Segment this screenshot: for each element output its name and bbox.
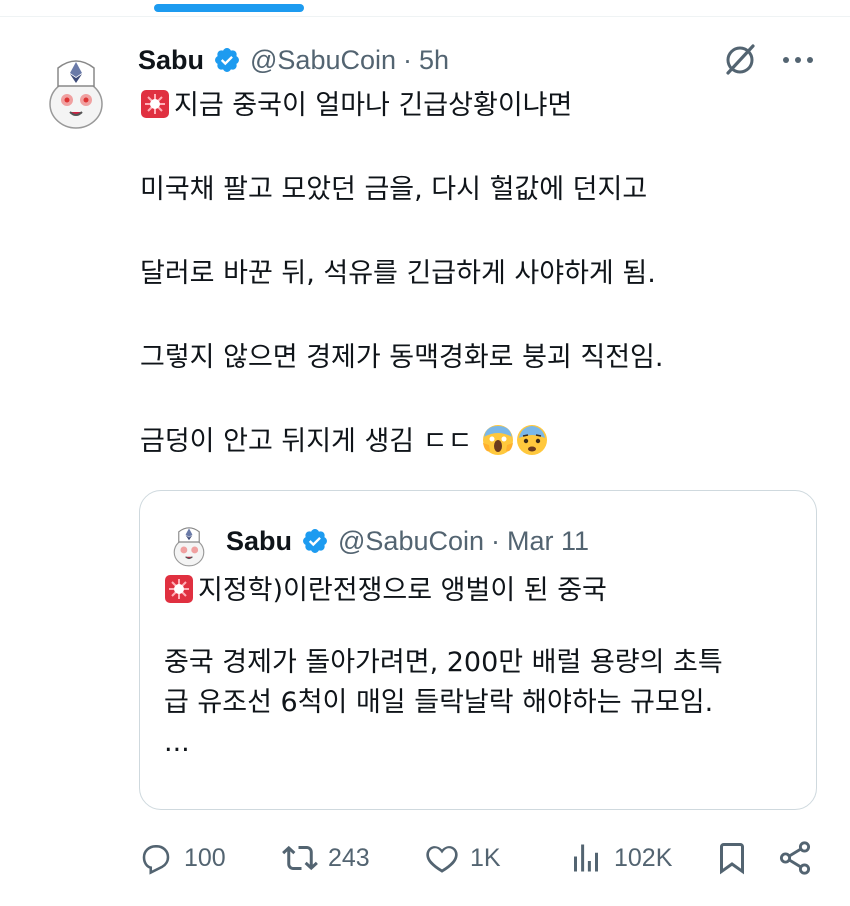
siren-emoji (164, 574, 194, 604)
quoted-line-3: 급 유조선 6척이 매일 들락날락 해야하는 규모임. (164, 687, 714, 718)
separator: · (491, 525, 501, 556)
author-handle[interactable]: @SabuCoin (250, 45, 396, 76)
quoted-timestamp: Mar 11 (507, 525, 590, 556)
siren-emoji (140, 89, 170, 119)
avatar[interactable] (36, 42, 116, 130)
share-icon (776, 839, 814, 877)
quoted-text: 지정학)이란전쟁으로 앵벌이 된 중국 중국 경제가 돌아가려면, 200만 배… (164, 571, 804, 763)
timestamp[interactable]: 5h (419, 45, 449, 76)
quoted-line-2: 중국 경제가 돌아가려면, 200만 배럴 용량의 초특 (164, 647, 723, 678)
heart-icon (424, 840, 460, 876)
views-count: 102K (614, 843, 673, 872)
repost-button[interactable]: 243 (282, 834, 370, 882)
tweet-text: 지금 중국이 얼마나 긴급상황이냐면 미국채 팔고 모았던 금을, 다시 헐값에… (140, 86, 830, 462)
reply-count: 100 (184, 843, 226, 872)
tweet-line-2: 미국채 팔고 모았던 금을, 다시 헐값에 던지고 (140, 174, 648, 205)
quoted-avatar[interactable] (166, 517, 212, 567)
reply-icon (138, 840, 174, 876)
reply-button[interactable]: 100 (138, 834, 226, 882)
like-button[interactable]: 1K (424, 834, 501, 882)
quoted-handle: @SabuCoin (338, 525, 485, 556)
repost-icon (282, 840, 318, 876)
views-icon (568, 840, 604, 876)
bookmark-icon (714, 840, 750, 876)
verified-badge-icon (213, 46, 241, 74)
like-count: 1K (470, 843, 501, 872)
share-button[interactable] (776, 834, 814, 882)
tweet-line-3: 달러로 바꾼 뒤, 석유를 긴급하게 사야하게 됨. (140, 258, 656, 289)
views-button[interactable]: 102K (568, 834, 672, 882)
scream-emoji (481, 423, 515, 457)
bookmark-button[interactable] (714, 834, 750, 882)
quoted-author-name[interactable]: Sabu (226, 526, 292, 557)
quoted-header: Sabu @SabuCoin · Mar 11 (226, 521, 589, 561)
more-icon[interactable] (778, 48, 818, 72)
action-bar: 100 243 1K 102K (0, 834, 850, 882)
author-name[interactable]: Sabu (138, 45, 204, 76)
separator: · (403, 44, 413, 75)
tweet-line-4: 그렇지 않으면 경제가 동맥경화로 붕괴 직전임. (140, 342, 664, 373)
active-tab-indicator (154, 4, 304, 12)
verified-badge-icon (301, 527, 329, 555)
tweet-header: Sabu @SabuCoin · 5h (138, 40, 449, 80)
repost-count: 243 (328, 843, 370, 872)
quoted-line-1: 지정학)이란전쟁으로 앵벌이 된 중국 (198, 575, 607, 606)
tweet-line-5: 금덩이 안고 뒤지게 생김 ㄷㄷ (140, 426, 473, 457)
tweet-line-1: 지금 중국이 얼마나 긴급상황이냐면 (174, 90, 573, 121)
quoted-tweet[interactable]: Sabu @SabuCoin · Mar 11 지정학)이란전쟁으로 앵벌이 된… (139, 490, 817, 810)
top-divider (0, 16, 850, 17)
grok-icon[interactable] (722, 42, 758, 78)
fearful-emoji (515, 423, 549, 457)
quoted-ellipsis: ... (164, 727, 190, 758)
